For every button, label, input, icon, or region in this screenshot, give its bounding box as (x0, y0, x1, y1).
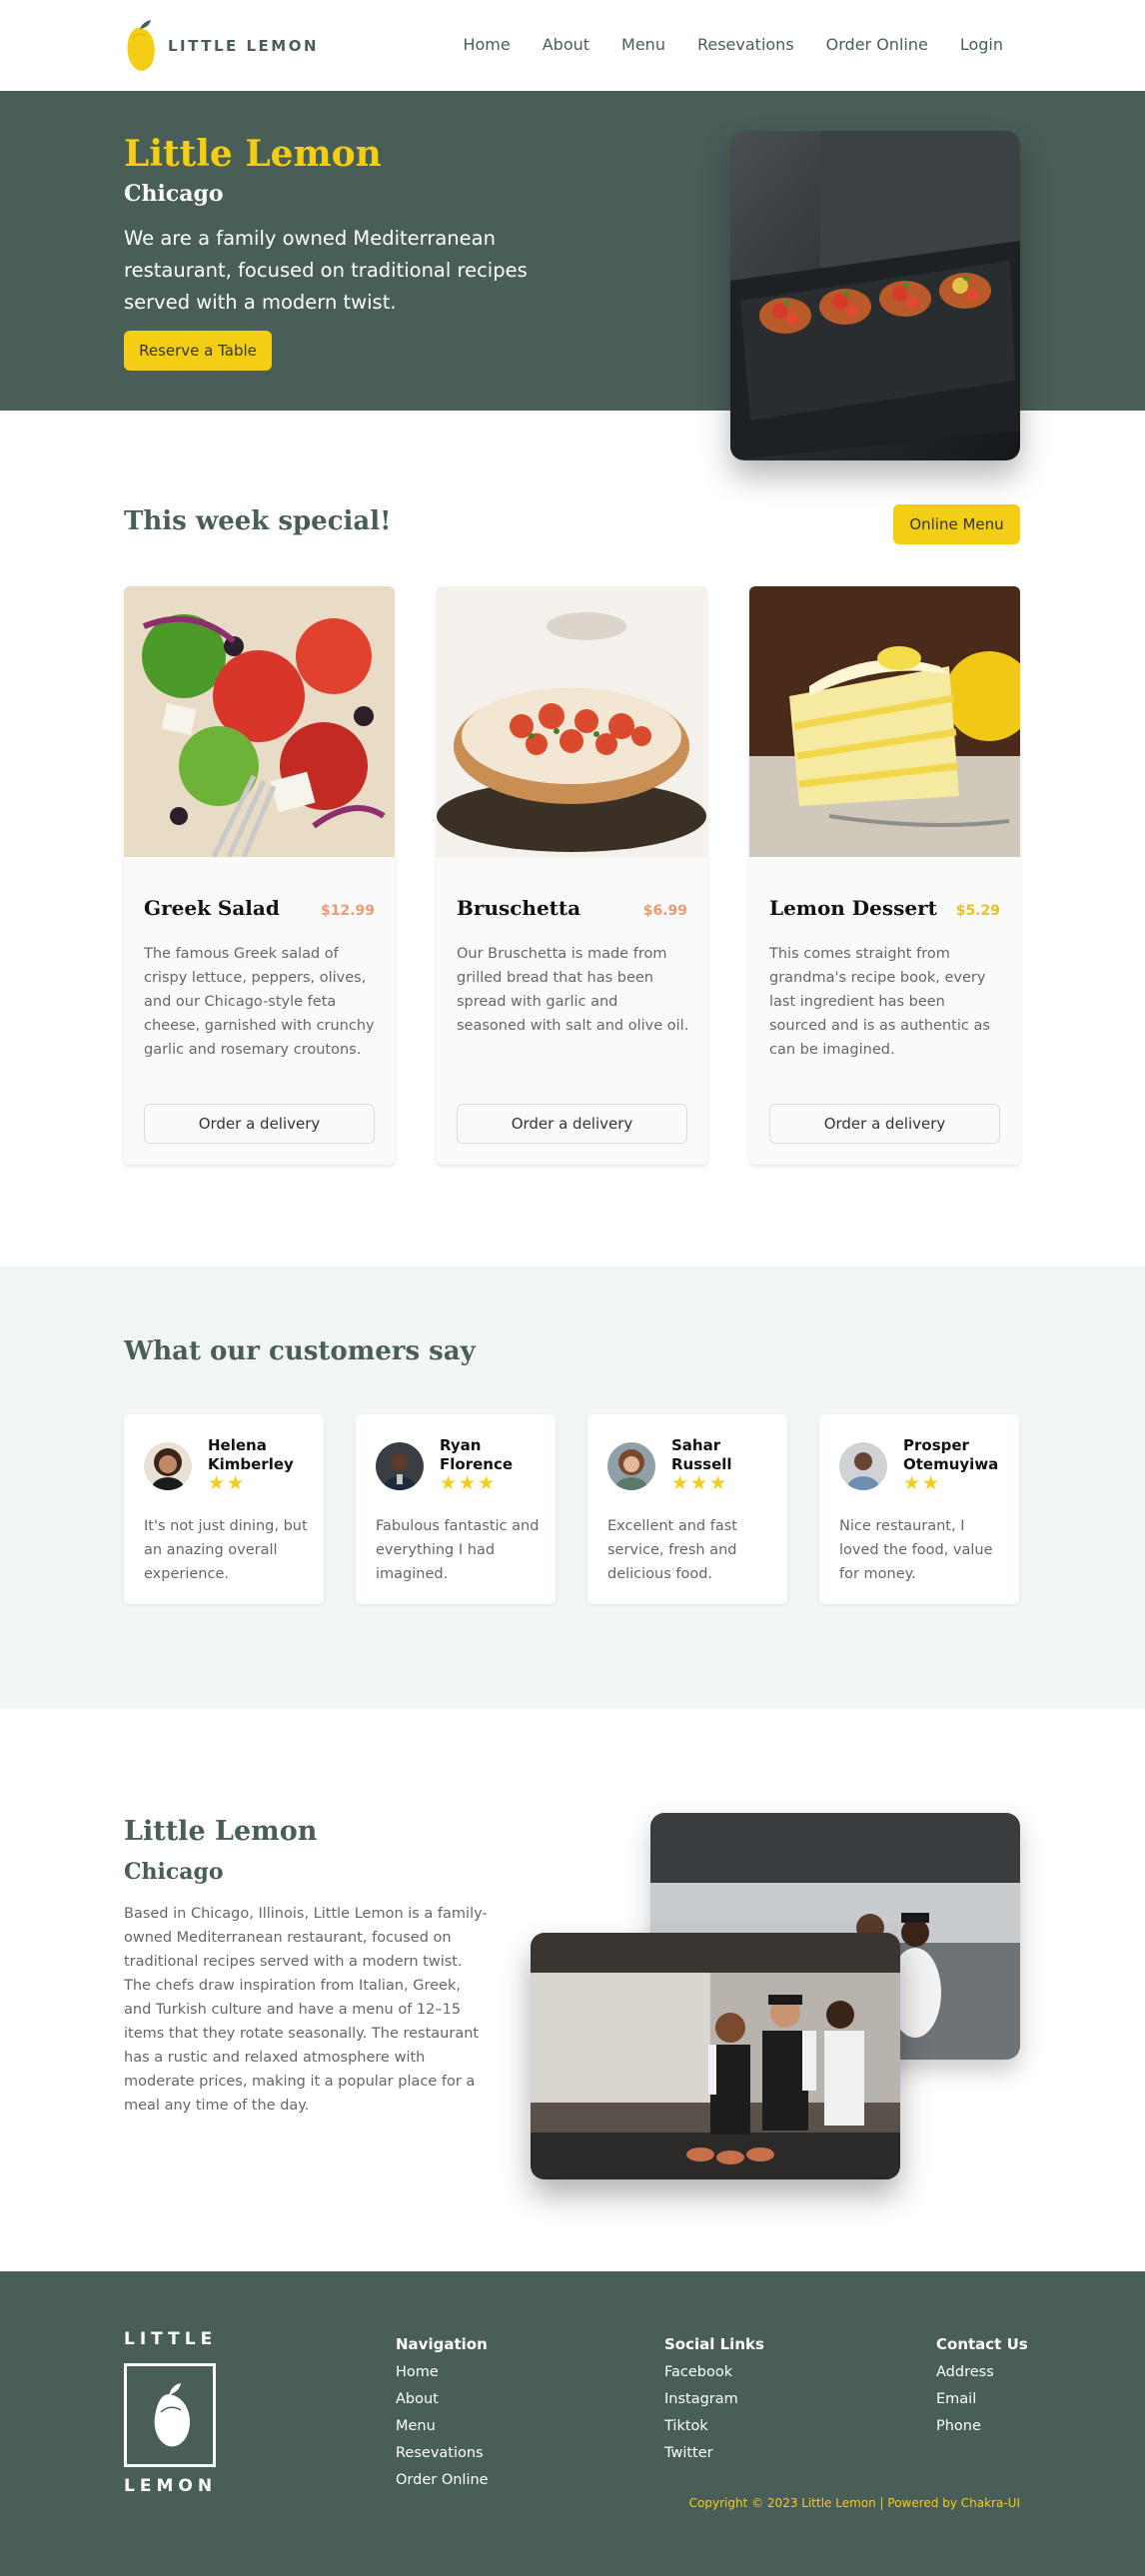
footer-link-about[interactable]: About (396, 2386, 489, 2413)
customer-name: Prosper Otemuyiwa (903, 1436, 999, 1473)
footer-link-home[interactable]: Home (396, 2359, 489, 2386)
footer-logo-top: LITTLE (124, 2329, 218, 2349)
special-card-lemon-dessert: Lemon Dessert $5.29 This comes straight … (749, 586, 1020, 1165)
customer-name: Sahar Russell (671, 1436, 732, 1473)
nav-link-menu[interactable]: Menu (621, 35, 665, 54)
testimonials-title: What our customers say (124, 1336, 476, 1366)
hero-subtitle: Chicago (124, 181, 224, 207)
footer-contact: Contact Us Address Email Phone (936, 2335, 1028, 2440)
brand-logo[interactable]: LITTLE LEMON (124, 18, 319, 74)
hero-food-image (730, 131, 1020, 460)
dish-price: $12.99 (320, 903, 375, 919)
nav-link-reservations[interactable]: Resevations (697, 35, 794, 54)
greek-salad-image (124, 586, 395, 859)
top-nav: LITTLE LEMON Home About Menu Resevations… (0, 0, 1145, 91)
footer-link-menu[interactable]: Menu (396, 2413, 489, 2440)
dish-description: The famous Greek salad of crispy lettuce… (144, 946, 375, 1058)
nav-link-home[interactable]: Home (463, 35, 510, 54)
star-rating: ★★★ (440, 1472, 498, 1494)
bruschetta-image (437, 586, 707, 857)
avatar (607, 1442, 655, 1490)
order-delivery-button[interactable]: Order a delivery (457, 1104, 687, 1144)
footer-link-twitter[interactable]: Twitter (664, 2440, 764, 2467)
testimonials-section: What our customers say Helena Kimberley … (0, 1267, 1145, 1709)
dish-name: Bruschetta (457, 896, 581, 920)
order-delivery-button[interactable]: Order a delivery (769, 1104, 1000, 1144)
site-footer: LITTLE LEMON Navigation Home About Menu … (0, 2271, 1145, 2576)
dish-price: $6.99 (642, 903, 687, 919)
card-header: Greek Salad $12.99 (144, 896, 375, 920)
footer-link-address[interactable]: Address (936, 2359, 1028, 2386)
about-title: Little Lemon (124, 1816, 318, 1847)
footer-link-phone[interactable]: Phone (936, 2413, 1028, 2440)
specials-title: This week special! (124, 506, 392, 536)
online-menu-button[interactable]: Online Menu (893, 504, 1020, 544)
dish-description: This comes straight from grandma's recip… (769, 946, 990, 1058)
dish-description: Our Bruschetta is made from grilled brea… (457, 946, 689, 1034)
order-delivery-button[interactable]: Order a delivery (144, 1104, 375, 1144)
card-header: Bruschetta $6.99 (457, 896, 687, 920)
footer-social-title: Social Links (664, 2335, 764, 2353)
nav-link-login[interactable]: Login (960, 35, 1003, 54)
lemon-logo-icon (127, 20, 155, 71)
card-header: Lemon Dessert $5.29 (769, 896, 1000, 920)
testimonial-card: Ryan Florence ★★★ Fabulous fantastic and… (356, 1414, 556, 1604)
copyright-text: Copyright © 2023 Little Lemon | Powered … (688, 2496, 1020, 2510)
footer-link-reservations[interactable]: Resevations (396, 2440, 489, 2467)
avatar (144, 1442, 192, 1490)
star-rating: ★★ (903, 1472, 942, 1494)
footer-logo-bottom: LEMON (124, 2476, 218, 2496)
about-description: Based in Chicago, Illinois, Little Lemon… (124, 1906, 488, 2114)
customer-name: Ryan Florence (440, 1436, 514, 1473)
brand-name: LITTLE LEMON (168, 37, 320, 55)
hero-title: Little Lemon (124, 133, 382, 175)
kitchen-image-front (531, 1933, 900, 2179)
avatar (839, 1442, 887, 1490)
footer-link-tiktok[interactable]: Tiktok (664, 2413, 764, 2440)
testimonial-card: Sahar Russell ★★★ Excellent and fast ser… (587, 1414, 787, 1604)
reserve-table-button[interactable]: Reserve a Table (124, 331, 272, 371)
special-card-bruschetta: Bruschetta $6.99 Our Bruschetta is made … (437, 586, 707, 1165)
footer-link-email[interactable]: Email (936, 2386, 1028, 2413)
customer-quote: Nice restaurant, I loved the food, value… (839, 1518, 993, 1582)
footer-link-facebook[interactable]: Facebook (664, 2359, 764, 2386)
footer-navigation: Navigation Home About Menu Resevations O… (396, 2335, 489, 2494)
footer-link-order-online[interactable]: Order Online (396, 2467, 489, 2494)
customer-quote: Excellent and fast service, fresh and de… (607, 1518, 737, 1582)
nav-link-order-online[interactable]: Order Online (826, 35, 928, 54)
nav-links: Home About Menu Resevations Order Online… (463, 35, 1003, 54)
customer-quote: It's not just dining, but an anazing ove… (144, 1518, 308, 1582)
customer-name: Helena Kimberley (208, 1436, 294, 1473)
dish-price: $5.29 (955, 903, 1000, 919)
testimonial-card: Prosper Otemuyiwa ★★ Nice restaurant, I … (819, 1414, 1019, 1604)
about-subtitle: Chicago (124, 1859, 224, 1885)
lemon-dessert-image (749, 586, 1020, 857)
avatar (376, 1442, 424, 1490)
hero-description: We are a family owned Mediterranean rest… (124, 227, 528, 314)
footer-nav-title: Navigation (396, 2335, 488, 2353)
special-card-greek-salad: Greek Salad $12.99 The famous Greek sala… (124, 586, 395, 1165)
customer-quote: Fabulous fantastic and everything I had … (376, 1518, 540, 1582)
footer-social: Social Links Facebook Instagram Tiktok T… (664, 2335, 764, 2467)
lemon-logo-icon (154, 2383, 191, 2447)
nav-link-about[interactable]: About (543, 35, 589, 54)
footer-contact-title: Contact Us (936, 2335, 1028, 2353)
star-rating: ★★★ (671, 1472, 729, 1494)
dish-name: Greek Salad (144, 896, 280, 920)
footer-link-instagram[interactable]: Instagram (664, 2386, 764, 2413)
star-rating: ★★ (208, 1472, 247, 1494)
testimonial-card: Helena Kimberley ★★ It's not just dining… (124, 1414, 324, 1604)
footer-logo-box (124, 2363, 216, 2467)
dish-name: Lemon Dessert (769, 896, 937, 920)
